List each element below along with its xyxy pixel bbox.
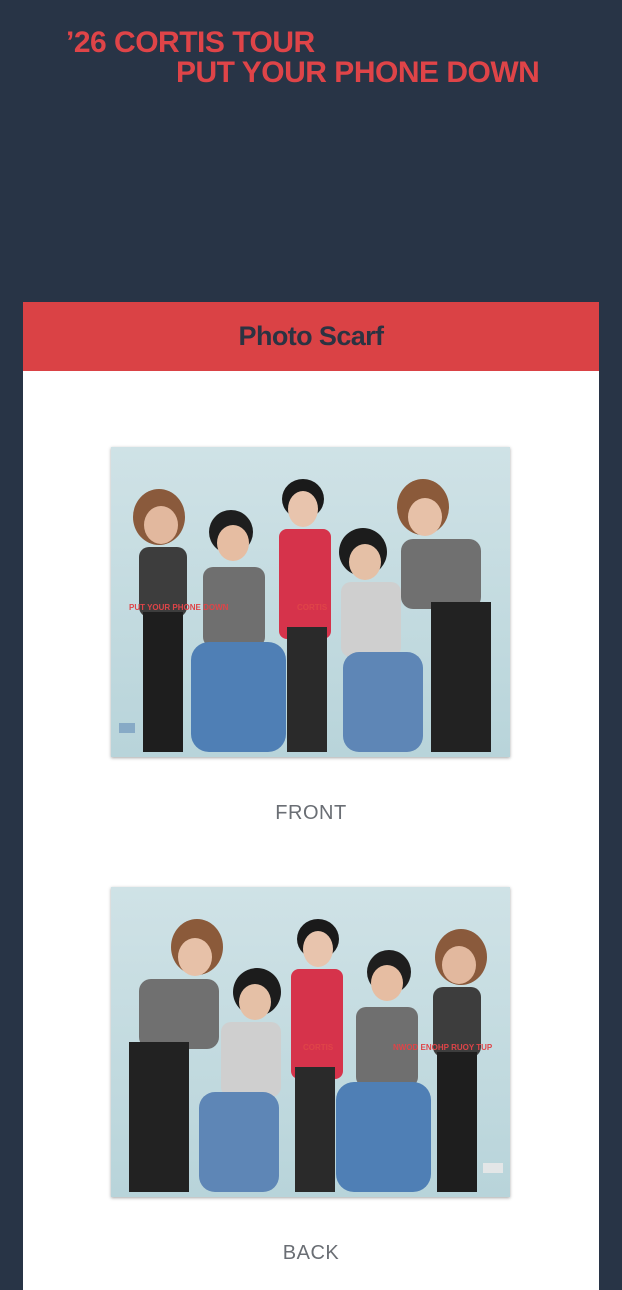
tour-title-line1: ’26 CORTIS TOUR [66,26,315,59]
tour-title: ’26 CORTIS TOUR PUT YOUR PHONE DOWN [66,28,586,88]
scarf-back-print-left: CORTIS [303,1043,334,1052]
scarf-back-image[interactable]: CORTIS NWOD ENOHP RUOY TUP [111,887,510,1197]
scarf-front-print-right: CORTIS [297,603,328,612]
tour-title-line2: PUT YOUR PHONE DOWN [176,56,540,89]
scarf-back-photo: CORTIS NWOD ENOHP RUOY TUP [111,887,510,1197]
scarf-back-print-right: NWOD ENOHP RUOY TUP [393,1043,493,1052]
product-card: Photo Scarf PUT YOUR PHONE DOWN CORTIS F… [23,302,599,1290]
scarf-front-photo: PUT YOUR PHONE DOWN CORTIS [111,447,510,757]
scarf-back-label: BACK [282,1242,340,1264]
product-header: Photo Scarf [23,302,599,371]
product-name: Photo Scarf [238,321,385,351]
scarf-front-print-left: PUT YOUR PHONE DOWN [129,603,229,612]
scarf-front-label: FRONT [275,802,347,824]
scarf-front-image[interactable]: PUT YOUR PHONE DOWN CORTIS [111,447,510,757]
page: ’26 CORTIS TOUR PUT YOUR PHONE DOWN Phot… [0,0,622,1290]
